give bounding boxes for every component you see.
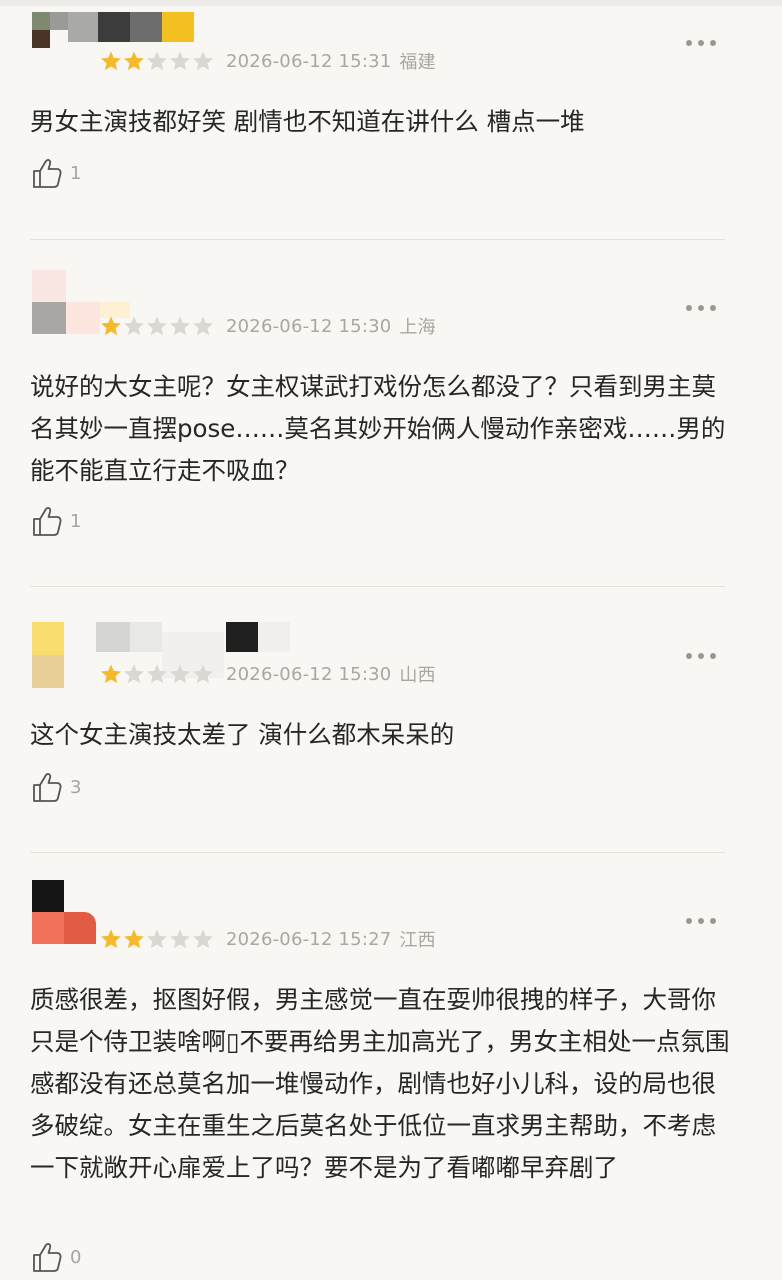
review-content: 男女主演技都好笑 剧情也不知道在讲什么 槽点一堆 — [30, 107, 585, 136]
star-icon — [101, 316, 121, 336]
avatar[interactable] — [32, 12, 68, 48]
star-icon — [147, 51, 167, 71]
review-location: 山西 — [399, 665, 436, 686]
thumbs-up-icon — [33, 773, 62, 802]
divider — [30, 239, 725, 240]
review-time: 2026-06-12 15:30 — [226, 663, 392, 685]
like-count: 0 — [70, 1246, 82, 1268]
thumbs-up-icon — [33, 1243, 62, 1272]
like-button[interactable]: 1 — [30, 504, 81, 538]
star-rating — [100, 315, 214, 337]
thumbs-up-icon — [33, 507, 62, 536]
star-rating — [100, 663, 214, 685]
review-meta: 2026-06-12 15:31 福建 — [100, 48, 436, 74]
star-icon — [147, 664, 167, 684]
review-time: 2026-06-12 15:30 — [226, 315, 392, 337]
review-content: 说好的大女主呢？女主权谋武打戏份怎么都没了？只看到男主莫名其妙一直摆pose……… — [30, 372, 726, 485]
review-content: 质感很差，抠图好假，男主感觉一直在耍帅很拽的样子，大哥你只是个侍卫装啥啊▯不要再… — [30, 985, 730, 1182]
star-icon — [147, 316, 167, 336]
review-time: 2026-06-12 15:27 — [226, 928, 392, 950]
thumbs-up-icon — [33, 159, 62, 188]
star-icon — [193, 316, 213, 336]
star-icon — [124, 664, 144, 684]
avatar[interactable] — [32, 270, 100, 334]
like-count: 1 — [70, 510, 82, 532]
like-button[interactable]: 0 — [30, 1240, 81, 1274]
review-meta: 2026-06-12 15:30 上海 — [100, 313, 436, 339]
like-button[interactable]: 1 — [30, 156, 81, 190]
avatar[interactable] — [32, 622, 64, 688]
top-edge — [0, 0, 782, 6]
divider — [30, 852, 725, 853]
star-icon — [170, 929, 190, 949]
star-icon — [101, 664, 121, 684]
more-dots-icon[interactable] — [686, 37, 716, 49]
review-location: 上海 — [399, 317, 436, 338]
star-icon — [193, 51, 213, 71]
review-meta: 2026-06-12 15:30 山西 — [100, 661, 436, 687]
more-dots-icon[interactable] — [686, 915, 716, 927]
star-icon — [193, 664, 213, 684]
review-location: 福建 — [399, 52, 436, 73]
star-icon — [124, 929, 144, 949]
username-blurred[interactable] — [68, 12, 194, 42]
star-icon — [170, 316, 190, 336]
star-rating — [100, 50, 214, 72]
more-dots-icon[interactable] — [686, 650, 716, 662]
star-icon — [170, 664, 190, 684]
like-button[interactable]: 3 — [30, 770, 81, 804]
star-icon — [101, 929, 121, 949]
star-icon — [193, 929, 213, 949]
like-count: 3 — [70, 776, 82, 798]
divider — [30, 586, 725, 587]
star-icon — [170, 51, 190, 71]
star-rating — [100, 928, 214, 950]
more-dots-icon[interactable] — [686, 302, 716, 314]
review-time: 2026-06-12 15:31 — [226, 50, 392, 72]
star-icon — [124, 316, 144, 336]
star-icon — [124, 51, 144, 71]
star-icon — [147, 929, 167, 949]
star-icon — [101, 51, 121, 71]
review-location: 江西 — [399, 930, 436, 951]
avatar[interactable] — [32, 880, 96, 944]
review-meta: 2026-06-12 15:27 江西 — [100, 926, 436, 952]
like-count: 1 — [70, 162, 82, 184]
review-content: 这个女主演技太差了 演什么都木呆呆的 — [30, 720, 455, 749]
